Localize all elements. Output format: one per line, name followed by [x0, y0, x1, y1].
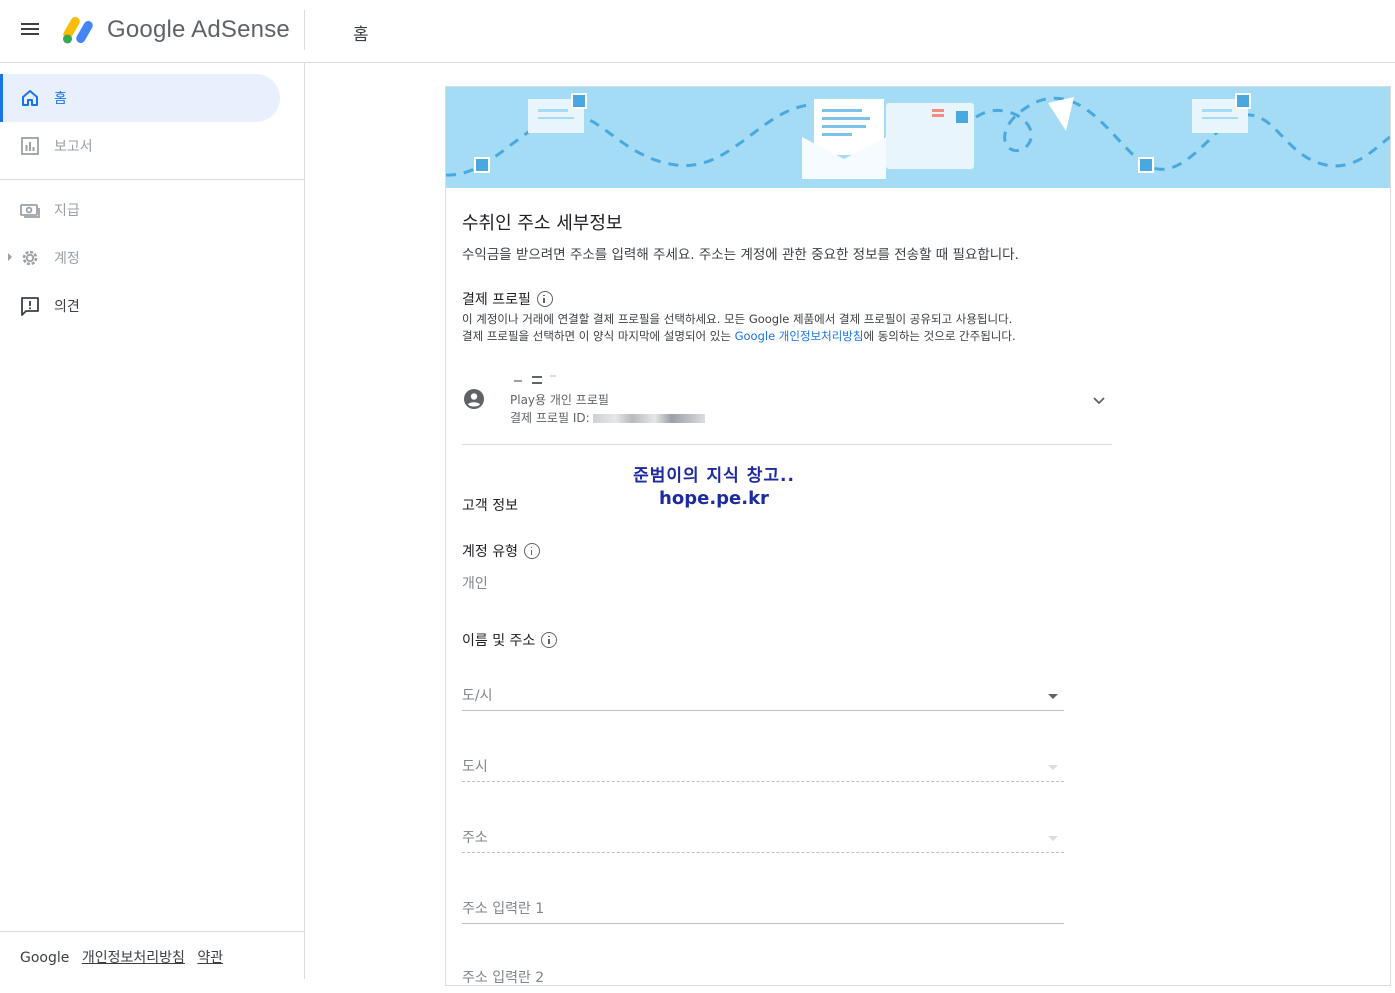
info-icon[interactable] — [536, 291, 553, 307]
expand-arrow-icon[interactable] — [8, 253, 12, 261]
footer-brand: Google — [20, 950, 70, 966]
sidebar-item-label: 보고서 — [54, 139, 93, 155]
info-icon[interactable] — [541, 632, 558, 648]
province-select[interactable]: 도/시 — [462, 675, 1064, 711]
privacy-link[interactable]: 개인정보처리방침 — [82, 950, 185, 966]
account-type-label: 계정 유형 — [462, 541, 540, 561]
section-description: 수익금을 받으려면 주소를 입력해 주세요. 주소는 계정에 관한 중요한 정보… — [462, 247, 1019, 263]
account-type-value: 개인 — [462, 576, 488, 592]
home-icon — [22, 90, 38, 106]
profile-id: 결제 프로필 ID: — [510, 409, 706, 426]
city-placeholder: 도시 — [462, 759, 488, 775]
customer-info-label: 고객 정보 — [462, 498, 518, 514]
billing-profile-dropdown[interactable]: Play용 개인 프로필 결제 프로필 ID: — [462, 369, 1112, 445]
province-placeholder: 도/시 — [462, 688, 493, 704]
name-address-label-text: 이름 및 주소 — [462, 633, 536, 649]
mail-banner-illustration — [446, 87, 1390, 188]
address-line1-placeholder: 주소 입력란 1 — [462, 901, 545, 917]
dropdown-arrow-icon — [1048, 694, 1058, 699]
google-privacy-policy-link[interactable]: Google 개인정보처리방침 — [735, 329, 864, 343]
sidebar-item-feedback[interactable]: 의견 — [0, 282, 280, 330]
desc-text: 에 동의하는 것으로 간주됩니다. — [863, 329, 1016, 343]
account-type-label-text: 계정 유형 — [462, 544, 518, 560]
sidebar-item-reports[interactable]: 보고서 — [0, 122, 280, 170]
chevron-down-icon[interactable] — [1092, 393, 1106, 407]
billing-profile-description: 이 계정이나 거래에 연결할 결제 프로필을 선택하세요. 모든 Google … — [462, 311, 1016, 345]
account-circle-icon — [464, 389, 484, 409]
sidebar-item-label: 지급 — [54, 203, 80, 219]
header-divider — [304, 10, 305, 50]
address-line1-input[interactable]: 주소 입력란 1 — [462, 888, 1064, 924]
sidebar-divider — [0, 179, 304, 180]
profile-id-label: 결제 프로필 ID: — [510, 411, 590, 425]
address-select[interactable]: 주소 — [462, 817, 1064, 853]
billing-profile-desc-line2: 결제 프로필을 선택하면 이 양식 마지막에 설명되어 있는 Google 개인… — [462, 328, 1016, 345]
dropdown-arrow-icon — [1048, 765, 1058, 770]
name-address-label: 이름 및 주소 — [462, 630, 558, 650]
dropdown-arrow-icon — [1048, 836, 1058, 841]
app-brand: Google AdSense — [107, 16, 290, 43]
sidebar-footer: Google 개인정보처리방침 약관 — [20, 947, 223, 967]
sidebar-item-home[interactable]: 홈 — [0, 74, 280, 122]
billing-profile-label: 결제 프로필 — [462, 289, 553, 309]
report-chart-icon — [21, 137, 39, 155]
gear-icon — [22, 250, 38, 266]
profile-type: Play용 개인 프로필 — [510, 393, 609, 407]
redacted-profile-name — [510, 375, 558, 387]
sidebar-item-label: 홈 — [54, 91, 67, 107]
address-placeholder: 주소 — [462, 830, 488, 846]
desc-text: 결제 프로필을 선택하면 이 양식 마지막에 설명되어 있는 — [462, 329, 735, 343]
adsense-logo-icon — [63, 17, 93, 44]
sidebar-item-account[interactable]: 계정 — [0, 234, 280, 282]
footer-divider — [0, 931, 304, 932]
watermark-line1: 준범이의 지식 창고.. — [633, 466, 795, 486]
watermark-line2: hope.pe.kr — [659, 488, 769, 509]
sidebar-item-label: 계정 — [54, 251, 80, 267]
sidebar: 홈 보고서 지급 계정 의견 Google 개인정보처리방침 약관 — [0, 63, 305, 979]
page-title: 홈 — [353, 25, 369, 45]
address-line2-placeholder: 주소 입력란 2 — [462, 970, 545, 986]
feedback-icon — [21, 297, 39, 316]
section-title: 수취인 주소 세부정보 — [462, 213, 623, 234]
top-app-bar: Google AdSense 홈 — [0, 0, 1395, 63]
city-select[interactable]: 도시 — [462, 746, 1064, 782]
payee-address-card: 수취인 주소 세부정보 수익금을 받으려면 주소를 입력해 주세요. 주소는 계… — [445, 86, 1391, 986]
address-line2-input[interactable]: 주소 입력란 2 — [462, 957, 1064, 993]
billing-profile-desc-line1: 이 계정이나 거래에 연결할 결제 프로필을 선택하세요. 모든 Google … — [462, 312, 1013, 326]
sidebar-item-payments[interactable]: 지급 — [0, 186, 280, 234]
terms-link[interactable]: 약관 — [197, 950, 223, 966]
payments-icon — [20, 204, 40, 218]
sidebar-item-label: 의견 — [54, 299, 80, 315]
redacted-profile-id — [593, 414, 706, 423]
billing-profile-label-text: 결제 프로필 — [462, 292, 531, 308]
hamburger-menu-icon[interactable] — [20, 20, 42, 42]
info-icon[interactable] — [523, 543, 540, 559]
watermark-text: 준범이의 지식 창고.. hope.pe.kr — [614, 461, 814, 509]
